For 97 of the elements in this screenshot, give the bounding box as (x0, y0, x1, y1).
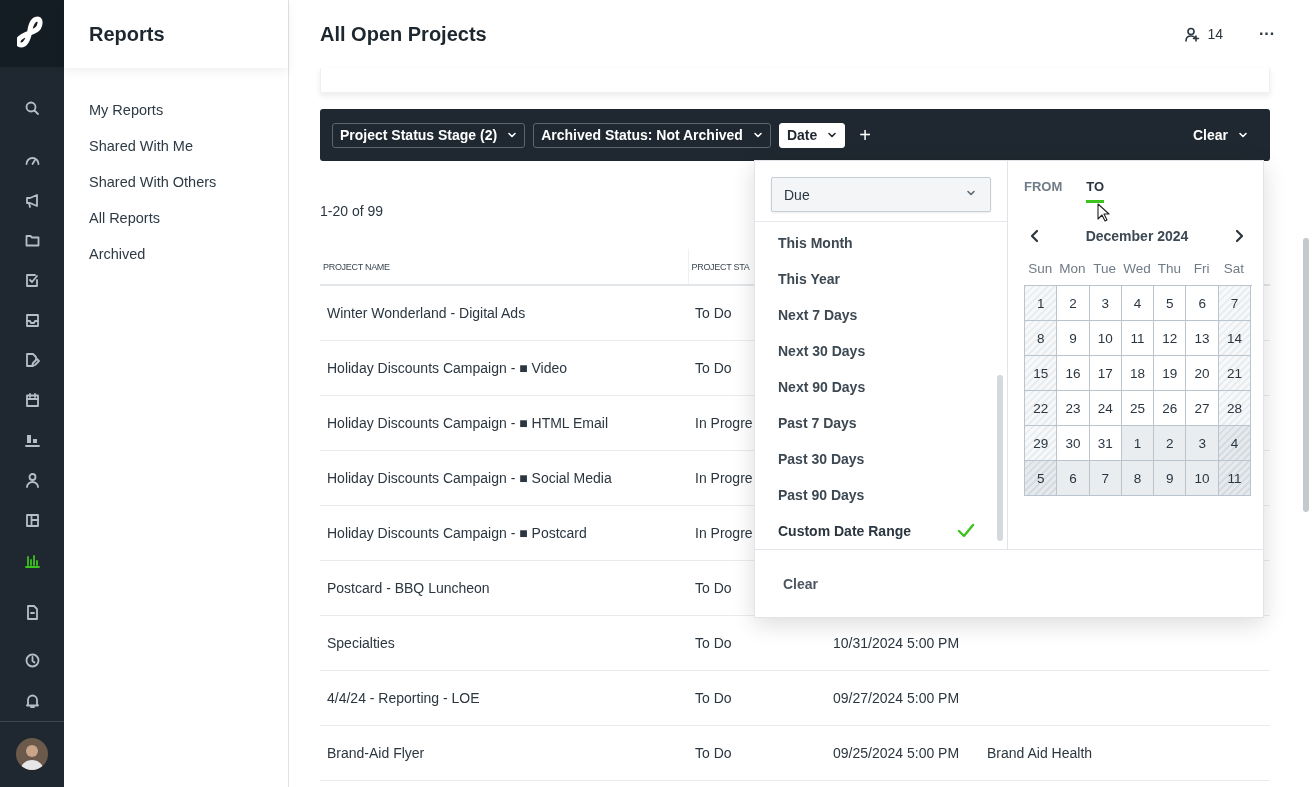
calendar-day[interactable]: 7 (1218, 286, 1252, 321)
table-cell: Brand Aid Health (980, 725, 1270, 781)
table-cell: Postcard - BBQ Luncheon (320, 560, 688, 616)
user-add-icon (1185, 26, 1201, 42)
calendar-day[interactable]: 1 (1025, 286, 1058, 321)
filter-chip[interactable]: Date (778, 122, 846, 148)
date-field-select[interactable]: Due (771, 177, 991, 212)
sidebar-item[interactable]: Shared With Others (89, 174, 217, 190)
calendar-day[interactable]: 6 (1186, 286, 1219, 321)
scrollbar-thumb[interactable] (1303, 238, 1309, 512)
calendar-day[interactable]: 3 (1089, 286, 1122, 321)
members-button[interactable]: 14 (1185, 26, 1223, 42)
calendar-day[interactable]: 11 (1218, 461, 1252, 496)
date-tab[interactable]: FROM (1024, 179, 1063, 203)
weekday-label: Sun (1027, 261, 1054, 276)
calendar-day[interactable]: 2 (1057, 286, 1090, 321)
calendar-day[interactable]: 15 (1025, 356, 1058, 391)
weekday-label: Thu (1156, 261, 1182, 276)
calendar-day[interactable]: 9 (1154, 461, 1187, 496)
chevron-icon (827, 130, 838, 140)
calendar-day[interactable]: 22 (1025, 391, 1058, 426)
table-cell: 09/27/2024 5:00 PM (826, 670, 980, 726)
calendar-day[interactable]: 2 (1154, 426, 1187, 461)
table-cell: Holiday Discounts Campaign - ■ Social Media (320, 450, 688, 506)
table-cell: Holiday Discounts Campaign - ■ Postcard (320, 505, 688, 561)
column-header[interactable]: PROJECT NAME (323, 261, 390, 272)
calendar-day[interactable]: 25 (1121, 391, 1155, 426)
calendar-day[interactable]: 23 (1057, 391, 1090, 426)
weekday-label: Mon (1058, 261, 1087, 276)
table-cell: 09/25/2024 5:00 PM (826, 725, 980, 781)
calendar-day[interactable]: 5 (1025, 461, 1058, 496)
column-header[interactable]: PROJECT STA (691, 261, 750, 272)
calendar-day[interactable]: 9 (1057, 321, 1090, 356)
calendar-day[interactable]: 10 (1089, 321, 1122, 356)
chevron-icon (1238, 130, 1248, 140)
calendar-day[interactable]: 7 (1089, 461, 1122, 496)
weekday-label: Tue (1092, 261, 1118, 276)
calendar-day[interactable]: 1 (1121, 426, 1155, 461)
calendar-day[interactable]: 13 (1186, 321, 1219, 356)
date-range-option[interactable]: This Month (755, 225, 1007, 261)
sidebar-title: Reports (89, 22, 165, 46)
more-button[interactable]: ··· (1259, 25, 1275, 43)
calendar-day[interactable]: 6 (1057, 461, 1090, 496)
table-cell: Holiday Discounts Campaign - ■ HTML Email (320, 395, 688, 451)
calendar-day[interactable]: 12 (1154, 321, 1187, 356)
filter-chip[interactable]: Archived Status: Not Archived (533, 122, 771, 148)
calendar-day[interactable]: 29 (1025, 426, 1058, 461)
calendar-day[interactable]: 8 (1121, 461, 1155, 496)
chevron-left-icon (1030, 229, 1040, 243)
calendar-day[interactable]: 30 (1057, 426, 1090, 461)
calendar-day[interactable]: 16 (1057, 356, 1090, 391)
calendar-day[interactable]: 4 (1121, 286, 1155, 321)
weekday-label: Sat (1222, 261, 1246, 276)
clear-button[interactable]: Clear (783, 575, 819, 592)
calendar-day[interactable]: 27 (1186, 391, 1219, 426)
sidebar-item[interactable]: My Reports (89, 102, 164, 118)
calendar-day[interactable]: 20 (1186, 356, 1219, 391)
calendar-day[interactable]: 3 (1186, 426, 1219, 461)
calendar-day[interactable]: 11 (1121, 321, 1155, 356)
scrollbar-thumb[interactable] (997, 375, 1003, 541)
table-cell: Winter Wonderland - Digital Ads (320, 285, 688, 341)
calendar-day[interactable]: 5 (1154, 286, 1187, 321)
chevron-icon (752, 130, 763, 140)
calendar-day[interactable]: 24 (1089, 391, 1122, 426)
sidebar-item[interactable]: All Reports (89, 210, 160, 226)
calendar-day[interactable]: 26 (1154, 391, 1187, 426)
sidebar-item[interactable]: Shared With Me (89, 138, 193, 154)
avatar[interactable] (16, 738, 48, 771)
calendar-day[interactable]: 28 (1218, 391, 1252, 426)
result-count: 1-20 of 99 (320, 203, 384, 221)
table-cell: Specialties (320, 615, 688, 671)
table-cell: 4/4/24 - Reporting - LOE (320, 670, 688, 726)
clear-filters-button[interactable]: Clear (1192, 127, 1258, 143)
check-icon (957, 523, 975, 539)
calendar-day[interactable]: 4 (1218, 426, 1252, 461)
add-filter-button[interactable]: + (855, 123, 875, 147)
calendar-day[interactable]: 10 (1186, 461, 1219, 496)
cursor-icon (1097, 203, 1110, 222)
filter-chip[interactable]: Project Status Stage (2) (332, 122, 526, 148)
weekday-label: Wed (1122, 261, 1152, 276)
table-cell: Holiday Discounts Campaign - ■ Video (320, 340, 688, 396)
table-cell: Brand-Aid Flyer (320, 725, 688, 781)
chevron-right-icon (1234, 229, 1244, 243)
month-title: December 2024 (1085, 228, 1189, 244)
sidebar-item[interactable]: Archived (89, 246, 146, 262)
table-cell: To Do (688, 670, 826, 726)
calendar-day[interactable]: 31 (1089, 426, 1122, 461)
weekday-label: Fri (1192, 261, 1211, 276)
calendar-day[interactable]: 17 (1089, 356, 1122, 391)
calendar-day[interactable]: 21 (1218, 356, 1252, 391)
calendar-day[interactable]: 19 (1154, 356, 1187, 391)
chevron-icon (507, 130, 518, 140)
calendar-day[interactable]: 8 (1025, 321, 1058, 356)
page-title: All Open Projects (320, 22, 488, 46)
calendar-day[interactable]: 18 (1121, 356, 1155, 391)
calendar-day[interactable]: 14 (1218, 321, 1252, 356)
table-cell: To Do (688, 725, 826, 781)
